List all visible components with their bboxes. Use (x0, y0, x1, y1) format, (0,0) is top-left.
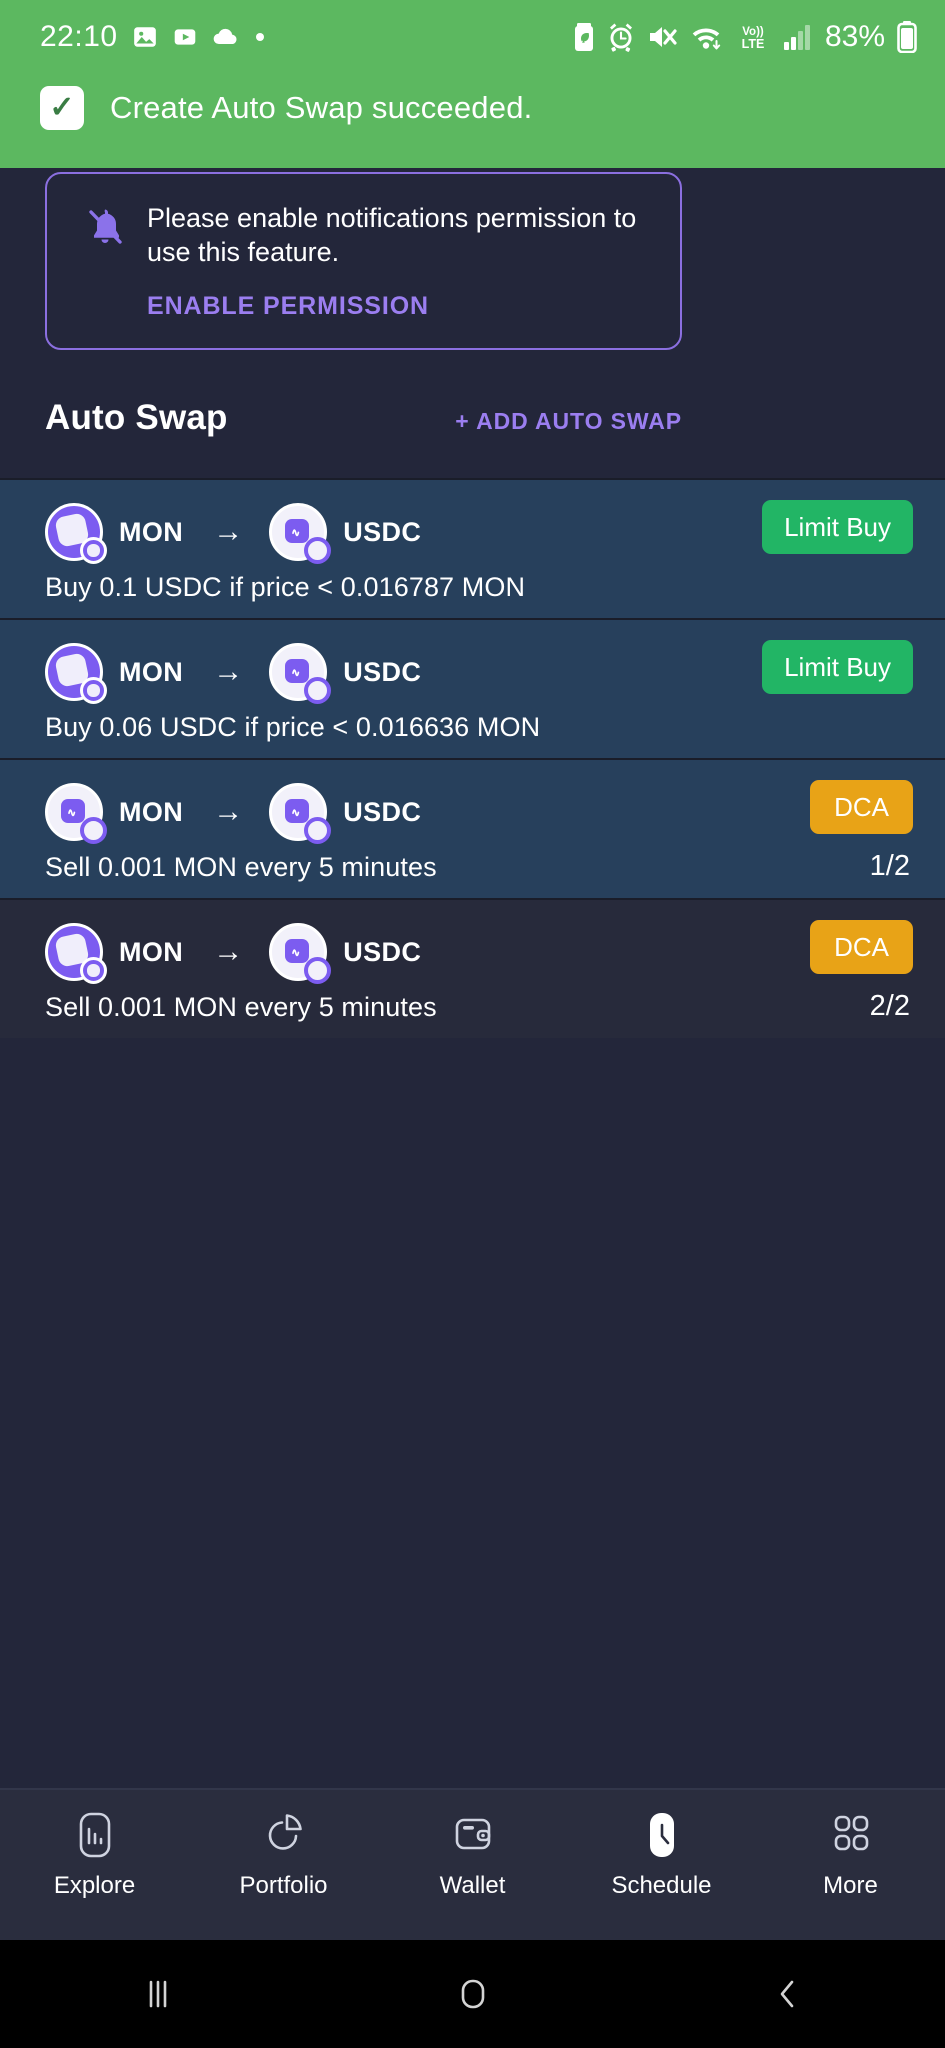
from-token: MON (45, 923, 184, 984)
pie-chart-icon (258, 1808, 310, 1862)
snackbar-message: Create Auto Swap succeeded. (110, 90, 533, 125)
add-auto-swap-button[interactable]: + ADD AUTO SWAP (455, 408, 682, 435)
from-token: MON (45, 783, 184, 844)
snackbar-content: ✓ Create Auto Swap succeeded. (40, 86, 532, 130)
status-bar-left: 22:10 (40, 20, 266, 54)
battery-icon (897, 21, 917, 54)
mute-icon (647, 23, 677, 51)
tab-label: Schedule (611, 1872, 712, 1899)
to-token: USDC (269, 783, 422, 844)
from-usdc-token-icon (45, 783, 107, 844)
swap-list-item[interactable]: MON → USDC Limit Buy Buy 0.06 USDC if price … (0, 618, 945, 758)
youtube-icon (172, 24, 198, 50)
swap-list-item[interactable]: MON → USDC Limit Buy Buy 0.1 USDC if price <… (0, 478, 945, 618)
check-icon: ✓ (40, 86, 84, 130)
tab-schedule[interactable]: Schedule (567, 1808, 756, 1900)
list-empty-space (0, 1038, 945, 1788)
tab-more[interactable]: More (756, 1808, 945, 1900)
tab-label: Portfolio (239, 1872, 328, 1899)
to-token: USDC (269, 643, 422, 704)
tab-label: Wallet (439, 1872, 506, 1899)
swap-description: Sell 0.001 MON every 5 minutes (45, 852, 437, 882)
notification-permission-card: Please enable notifications permission t… (45, 172, 682, 350)
swap-type-badge[interactable]: DCA (810, 780, 913, 834)
swap-pair: MON → USDC (45, 782, 915, 844)
to-token-label: USDC (343, 656, 422, 687)
tab-wallet[interactable]: Wallet (378, 1808, 567, 1900)
photos-icon (132, 24, 158, 50)
status-edge-indicator (0, 480, 7, 618)
swap-type-badge[interactable]: Limit Buy (762, 500, 913, 554)
swap-type-badge[interactable]: Limit Buy (762, 640, 913, 694)
swap-list-item[interactable]: MON → USDC DCA Sell 0.001 MON every 5 minute… (0, 758, 945, 898)
from-token-label: MON (119, 936, 184, 967)
clock-icon (637, 1808, 687, 1862)
volte-icon: Vo)) LTE (735, 22, 771, 52)
auto-swap-list: MON → USDC Limit Buy Buy 0.1 USDC if price <… (0, 478, 945, 1038)
wifi-icon (689, 22, 723, 52)
enable-permission-button[interactable]: ENABLE PERMISSION (147, 292, 647, 321)
to-token-label: USDC (343, 516, 422, 547)
swap-progress-count: 2/2 (869, 990, 910, 1022)
to-token: USDC (269, 503, 422, 564)
swap-progress-count: 1/2 (869, 850, 910, 882)
to-usdc-token-icon (269, 783, 332, 844)
cloud-icon (212, 26, 240, 48)
swap-description: Sell 0.001 MON every 5 minutes (45, 992, 437, 1022)
svg-text:LTE: LTE (742, 37, 765, 51)
from-mon-token-icon (45, 923, 107, 984)
swap-description: Buy 0.06 USDC if price < 0.016636 MON (45, 712, 541, 742)
to-token-label: USDC (343, 936, 422, 967)
swap-list-item[interactable]: MON → USDC DCA Sell 0.001 MON every 5 minute… (0, 898, 945, 1038)
status-edge-indicator (0, 760, 7, 898)
wallet-icon (447, 1808, 499, 1862)
home-icon[interactable] (373, 1940, 573, 2048)
status-edge-indicator (0, 620, 7, 758)
battery-saver-icon (573, 22, 595, 52)
from-token: MON (45, 643, 184, 704)
android-navigation-bar (0, 1940, 945, 2048)
from-token: MON (45, 503, 184, 564)
tab-portfolio[interactable]: Portfolio (189, 1808, 378, 1900)
arrow-right-icon: → (213, 795, 244, 828)
to-usdc-token-icon (269, 923, 332, 984)
section-header: Auto Swap + ADD AUTO SWAP (45, 398, 682, 438)
recents-icon[interactable] (58, 1940, 258, 2048)
swap-pair: MON → USDC (45, 922, 915, 984)
phone-screen: 22:10 Vo)) LTE 83% ✓ Create Auto Swap su… (0, 0, 945, 2048)
tab-explore[interactable]: Explore (0, 1808, 189, 1900)
alarm-icon (607, 22, 635, 52)
from-token-label: MON (119, 796, 184, 827)
from-mon-token-icon (45, 503, 107, 564)
bar-chart-icon (70, 1808, 120, 1862)
swap-type-badge[interactable]: DCA (810, 920, 913, 974)
signal-icon (783, 22, 813, 52)
dot-icon (254, 31, 266, 43)
to-token: USDC (269, 923, 422, 984)
arrow-right-icon: → (213, 935, 244, 968)
back-icon[interactable] (688, 1940, 888, 2048)
permission-message: Please enable notifications permission t… (147, 203, 637, 268)
from-mon-token-icon (45, 643, 107, 704)
grid-icon (825, 1808, 877, 1862)
bottom-tab-bar: Explore Portfolio Wallet Schedule More (0, 1788, 945, 1940)
to-usdc-token-icon (269, 643, 332, 704)
bell-off-icon (85, 201, 125, 321)
status-bar-clock: 22:10 (40, 20, 118, 53)
from-token-label: MON (119, 516, 184, 547)
status-edge-indicator (0, 900, 7, 1038)
arrow-right-icon: → (213, 655, 244, 688)
swap-description: Buy 0.1 USDC if price < 0.016787 MON (45, 572, 526, 602)
to-usdc-token-icon (269, 503, 332, 564)
from-token-label: MON (119, 656, 184, 687)
tab-label: More (823, 1872, 878, 1899)
page-title: Auto Swap (45, 398, 228, 437)
status-bar-right: Vo)) LTE 83% (573, 20, 917, 54)
snackbar-banner: 22:10 Vo)) LTE 83% ✓ Create Auto Swap su… (0, 0, 945, 168)
status-bar: 22:10 Vo)) LTE 83% (0, 0, 945, 74)
tab-label: Explore (53, 1872, 136, 1899)
battery-percent-label: 83% (824, 20, 885, 53)
arrow-right-icon: → (213, 515, 244, 548)
to-token-label: USDC (343, 796, 422, 827)
